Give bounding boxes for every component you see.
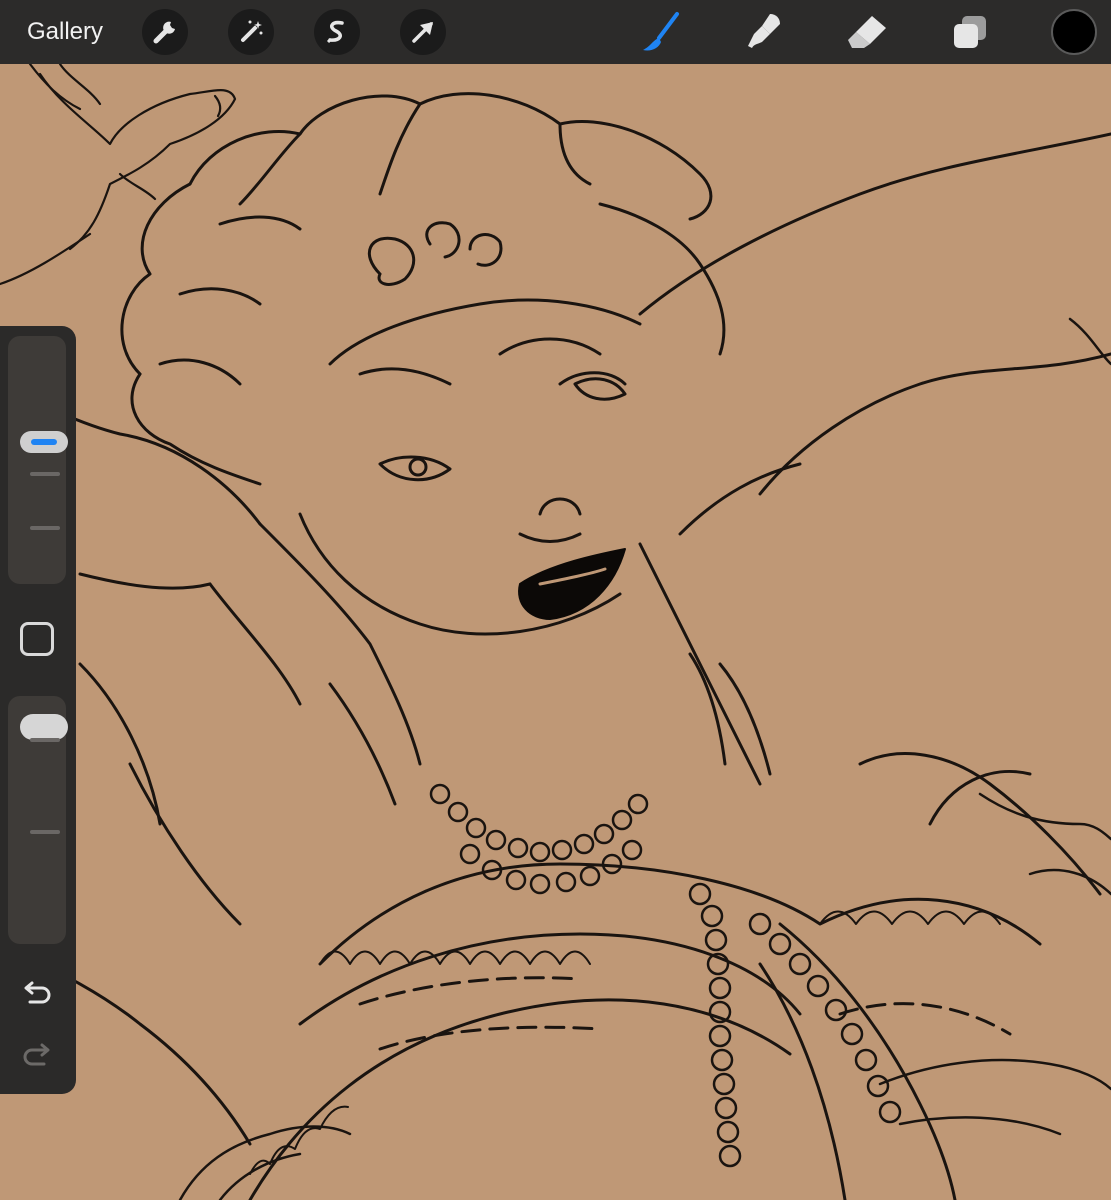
transform-button[interactable] [400, 9, 446, 55]
brush-size-indicator [31, 439, 57, 445]
smudge-tool-button[interactable] [740, 8, 788, 56]
pearl-necklaces [429, 783, 902, 1168]
color-picker-button[interactable] [1051, 9, 1097, 55]
drawing-canvas[interactable] [0, 64, 1111, 1200]
gallery-button[interactable]: Gallery [27, 17, 103, 47]
bird-top-left [0, 64, 237, 286]
modify-button[interactable] [20, 622, 54, 656]
eraser-tool-button[interactable] [844, 8, 892, 56]
bird-right [878, 317, 1111, 1136]
lace-scallops [249, 910, 1001, 1175]
slider-tick [30, 526, 60, 530]
arms [0, 132, 1111, 806]
brush-tool-button[interactable] [637, 8, 685, 56]
brush-size-knob[interactable] [20, 431, 68, 453]
line-art-drawing [0, 64, 1111, 1200]
brush-size-slider[interactable] [8, 336, 68, 584]
hair [120, 92, 726, 486]
actions-button[interactable] [142, 9, 188, 55]
bird-bottom-left [178, 1125, 352, 1200]
slider-tick [30, 472, 60, 476]
slider-tick [30, 738, 60, 742]
redo-button[interactable] [20, 1040, 54, 1070]
layers-button[interactable] [946, 8, 994, 56]
top-toolbar: Gallery [0, 0, 1111, 64]
adjustments-button[interactable] [228, 9, 274, 55]
opacity-slider[interactable] [8, 696, 68, 944]
selection-button[interactable] [314, 9, 360, 55]
mouth [518, 548, 626, 620]
undo-button[interactable] [20, 978, 54, 1008]
lace-bra [248, 862, 1042, 1200]
left-sidebar [0, 326, 76, 1094]
slider-tick [30, 830, 60, 834]
body [0, 662, 1102, 1146]
opacity-knob[interactable] [20, 714, 68, 740]
